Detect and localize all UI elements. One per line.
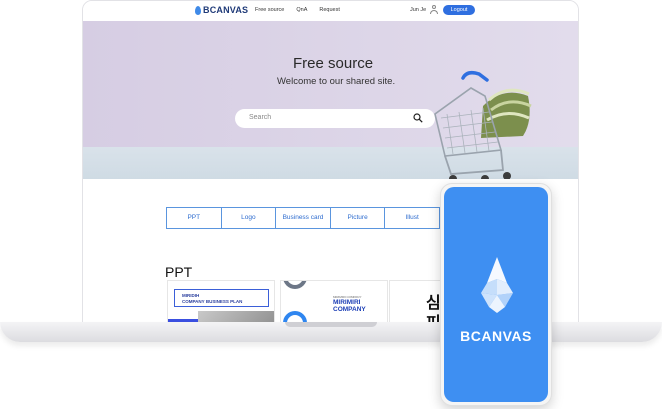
thumbnail-text: COMPANY BUSINESS PLAN bbox=[182, 299, 243, 304]
thumbnail-shape bbox=[283, 281, 307, 289]
nav-request[interactable]: Request bbox=[319, 7, 340, 13]
tab-business-card[interactable]: Business card bbox=[276, 208, 331, 228]
logout-button[interactable]: Logout bbox=[443, 5, 475, 15]
thumbnail-text: MIRIMIRI bbox=[333, 299, 361, 306]
thumbnail-frame bbox=[174, 289, 269, 307]
main-nav: Free source QnA Request bbox=[255, 7, 340, 13]
nav-free-source[interactable]: Free source bbox=[255, 7, 284, 13]
phone-screen: BCANVAS bbox=[444, 187, 548, 402]
nav-qna[interactable]: QnA bbox=[296, 7, 307, 13]
thumbnail-card[interactable]: MIRIMIRI COMPANY MIRIMIRI COMPANY bbox=[280, 280, 388, 327]
site-logo[interactable]: BCANVAS bbox=[195, 5, 248, 15]
hero-title: Free source bbox=[293, 55, 374, 72]
section-title: PPT bbox=[165, 264, 193, 280]
phone-mockup: BCANVAS bbox=[440, 183, 552, 406]
category-tabs: PPT Logo Business card Picture Illust bbox=[166, 207, 440, 229]
tab-logo[interactable]: Logo bbox=[222, 208, 277, 228]
shopping-cart-icon bbox=[434, 70, 532, 179]
site-header: BCANVAS Free source QnA Request Jun Je L… bbox=[83, 1, 578, 21]
logo-text: BCANVAS bbox=[203, 5, 249, 15]
tab-illust[interactable]: Illust bbox=[385, 208, 439, 228]
search-placeholder: Search bbox=[249, 114, 272, 121]
thumbnail-card[interactable]: MIRIDIH COMPANY BUSINESS PLAN bbox=[167, 280, 275, 327]
mockup-stage: BCANVAS Free source QnA Request Jun Je L… bbox=[0, 0, 662, 409]
hero-banner: Free source Welcome to our shared site. … bbox=[83, 21, 578, 179]
laptop-notch bbox=[285, 322, 377, 327]
user-name: Jun Je bbox=[410, 7, 427, 13]
tab-ppt[interactable]: PPT bbox=[167, 208, 222, 228]
laptop-base bbox=[0, 322, 662, 342]
tab-picture[interactable]: Picture bbox=[331, 208, 386, 228]
phone-brand-name: BCANVAS bbox=[460, 328, 532, 344]
thumbnail-text: COMPANY bbox=[333, 306, 366, 313]
logo-drop-icon bbox=[195, 5, 201, 15]
thumbnail-text: MIRIDIH bbox=[182, 293, 200, 298]
user-icon[interactable] bbox=[430, 5, 438, 14]
bcanvas-drop-icon bbox=[481, 257, 513, 313]
hero-subtitle: Welcome to our shared site. bbox=[277, 76, 396, 87]
